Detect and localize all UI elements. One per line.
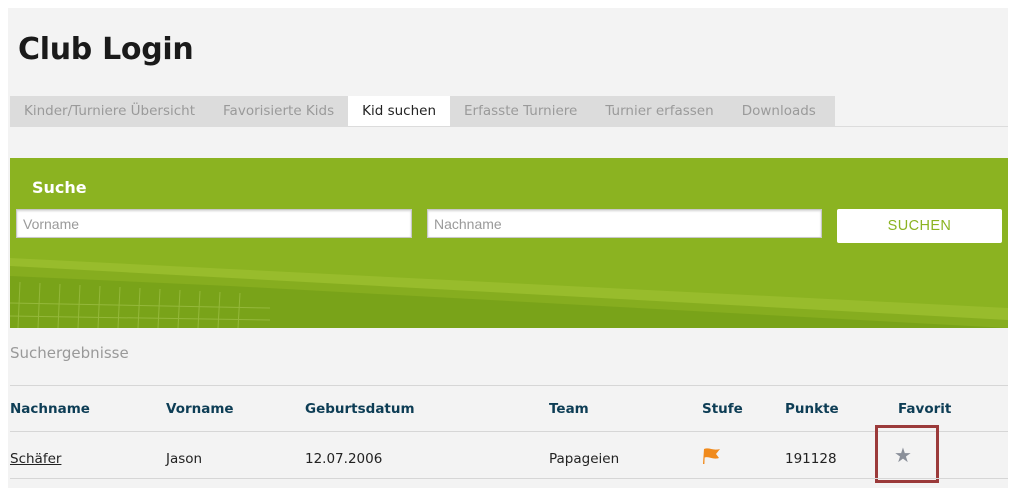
results-heading: Suchergebnisse bbox=[10, 344, 129, 362]
cell-geburtsdatum: 12.07.2006 bbox=[305, 451, 383, 467]
flag-icon bbox=[703, 448, 720, 464]
table-bottom-divider bbox=[10, 478, 1008, 479]
page-title: Club Login bbox=[18, 32, 194, 67]
column-header-punkte: Punkte bbox=[785, 401, 839, 417]
column-header-stufe: Stufe bbox=[702, 401, 743, 417]
column-header-geburtsdatum: Geburtsdatum bbox=[305, 401, 415, 417]
tab-erfasste-turniere[interactable]: Erfasste Turniere bbox=[450, 96, 591, 126]
tab-bar-divider bbox=[10, 126, 1008, 127]
tab-bar: Kinder/Turniere Übersicht Favorisierte K… bbox=[10, 96, 835, 126]
table-top-divider bbox=[10, 385, 1008, 386]
column-header-vorname: Vorname bbox=[166, 401, 234, 417]
column-header-favorit: Favorit bbox=[898, 401, 952, 417]
tab-favorisierte-kids[interactable]: Favorisierte Kids bbox=[209, 96, 348, 126]
tab-turnier-erfassen[interactable]: Turnier erfassen bbox=[591, 96, 727, 126]
lastname-input[interactable] bbox=[427, 209, 822, 238]
page-container: Club Login Kinder/Turniere Übersicht Fav… bbox=[8, 8, 1008, 488]
grass-stripes-decoration bbox=[10, 258, 1008, 328]
cell-punkte: 191128 bbox=[785, 451, 837, 467]
column-header-nachname: Nachname bbox=[10, 401, 90, 417]
firstname-input[interactable] bbox=[16, 209, 412, 238]
table-header-divider bbox=[10, 431, 1008, 432]
search-panel: Suche SUCHEN bbox=[10, 158, 1008, 328]
cell-vorname: Jason bbox=[166, 451, 203, 467]
search-button[interactable]: SUCHEN bbox=[837, 209, 1002, 243]
tab-downloads[interactable]: Downloads bbox=[728, 96, 830, 126]
search-heading: Suche bbox=[32, 178, 87, 197]
column-header-team: Team bbox=[549, 401, 589, 417]
cell-team: Papageien bbox=[549, 451, 620, 467]
cell-nachname[interactable]: Schäfer bbox=[10, 451, 61, 467]
tab-kid-suchen[interactable]: Kid suchen bbox=[348, 96, 451, 126]
tab-kinder-turniere-uebersicht[interactable]: Kinder/Turniere Übersicht bbox=[10, 96, 209, 126]
favorite-highlight-box bbox=[875, 425, 939, 483]
